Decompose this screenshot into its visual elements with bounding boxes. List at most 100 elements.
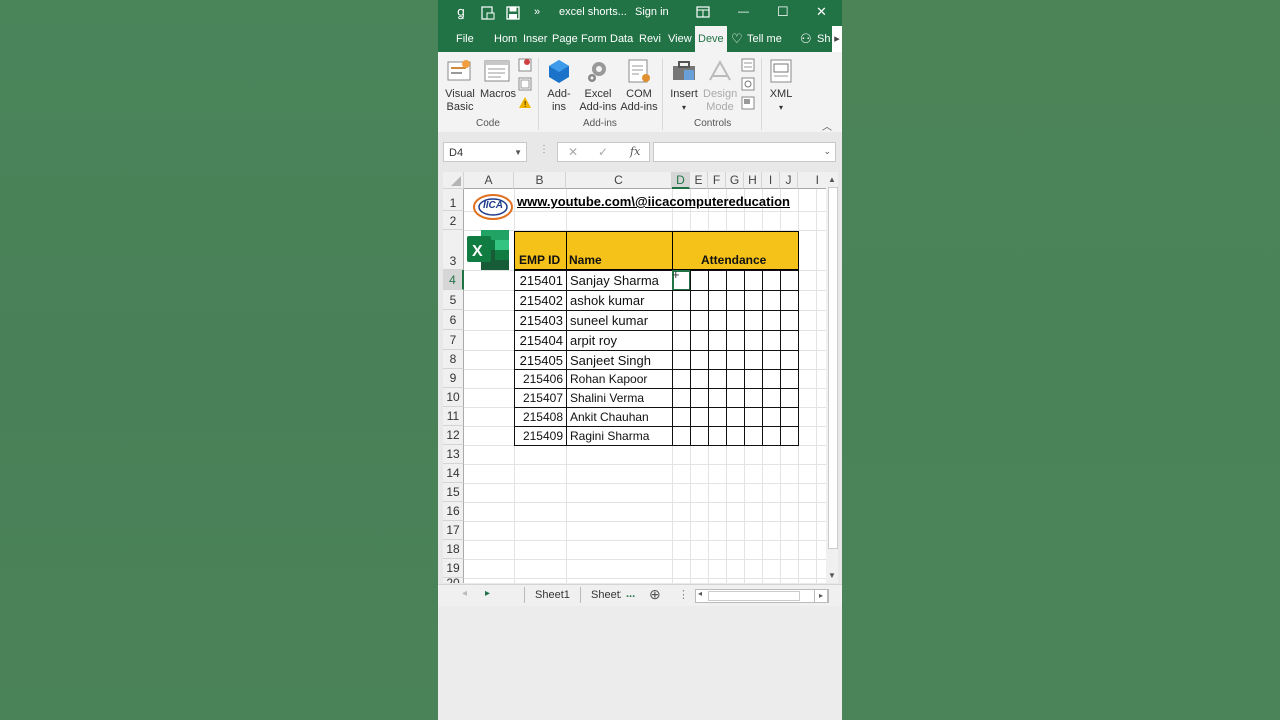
hscroll-right-icon[interactable]: ▸ [814,589,828,603]
attendance-cell[interactable] [726,310,745,331]
insert-function-icon[interactable]: fx [630,145,640,158]
header-emp-id[interactable]: EMP ID [514,231,567,270]
attendance-cell[interactable] [744,290,763,311]
run-dialog-icon[interactable] [741,96,755,113]
row-header-17[interactable]: 17 [443,521,464,540]
attendance-cell[interactable] [708,350,727,370]
emp-name-cell[interactable]: suneel kumar [566,310,673,331]
column-header-b[interactable]: B [514,172,566,189]
insert-controls-button[interactable]: Insert ▾ [668,58,700,114]
emp-id-cell[interactable]: 215407 [514,388,567,408]
chevron-down-icon[interactable]: ▼ [514,143,522,163]
emp-id-cell[interactable]: 215403 [514,310,567,331]
attendance-cell[interactable] [726,369,745,389]
attendance-cell[interactable] [690,290,709,311]
view-code-icon[interactable] [741,77,755,94]
maximize-button[interactable]: ☐ [777,0,789,26]
attendance-cell[interactable] [708,330,727,351]
horizontal-scrollbar[interactable]: ◂ [695,589,829,603]
attendance-cell[interactable] [672,350,691,370]
attendance-cell[interactable] [780,369,799,389]
row-header-14[interactable]: 14 [443,464,464,483]
attendance-cell[interactable] [672,369,691,389]
new-file-icon[interactable] [481,0,495,26]
attendance-cell[interactable] [672,407,691,427]
expand-formula-icon[interactable]: ⌄ [823,146,831,157]
attendance-cell[interactable] [690,270,709,291]
attendance-cell[interactable] [762,407,781,427]
com-add-ins-button[interactable]: COM Add-ins [619,58,659,114]
scroll-right-icon[interactable]: ▸ [485,588,490,599]
attendance-cell[interactable] [672,330,691,351]
hscroll-thumb[interactable] [708,591,800,601]
column-header-g[interactable]: G [726,172,744,189]
row-header-5[interactable]: 5 [443,290,464,310]
attendance-cell[interactable] [690,330,709,351]
tab-page-layout[interactable]: Page [552,26,578,52]
attendance-cell[interactable] [780,407,799,427]
attendance-cell[interactable] [708,426,727,446]
attendance-cell[interactable] [726,426,745,446]
attendance-cell[interactable] [672,310,691,331]
tab-data[interactable]: Data [610,26,633,52]
column-header-j[interactable]: J [780,172,798,189]
column-header-e[interactable]: E [690,172,708,189]
attendance-cell[interactable] [726,350,745,370]
attendance-cell[interactable] [762,290,781,311]
attendance-cell[interactable] [708,369,727,389]
attendance-cell[interactable] [726,388,745,408]
attendance-cell[interactable] [708,270,727,291]
add-ins-button[interactable]: Add- ins [544,58,574,114]
row-header-20[interactable]: 20 [443,578,464,583]
formula-input[interactable]: ⌄ [653,142,836,162]
attendance-cell[interactable] [744,270,763,291]
row-header-12[interactable]: 12 [443,426,464,445]
column-header-i[interactable]: I [762,172,780,189]
cancel-icon[interactable]: ✕ [568,145,578,159]
attendance-cell[interactable] [726,407,745,427]
attendance-cell[interactable] [762,388,781,408]
attendance-cell[interactable] [672,290,691,311]
attendance-cell[interactable] [726,270,745,291]
emp-name-cell[interactable]: Ragini Sharma [566,426,673,446]
row-header-2[interactable]: 2 [443,211,464,230]
tab-home[interactable]: Hom [494,26,517,52]
attendance-cell[interactable] [744,330,763,351]
visual-basic-button[interactable]: Visual Basic [444,58,476,114]
scroll-left-icon[interactable]: ◂ [462,588,467,599]
emp-name-cell[interactable]: Shalini Verma [566,388,673,408]
row-header-13[interactable]: 13 [443,445,464,464]
emp-name-cell[interactable]: Rohan Kapoor [566,369,673,389]
attendance-cell[interactable] [780,290,799,311]
column-header-h[interactable]: H [744,172,762,189]
emp-name-cell[interactable]: Sanjay Sharma [566,270,673,291]
name-box[interactable]: D4 ▼ [443,142,527,162]
header-attendance[interactable]: Attendance [672,231,799,270]
select-all-button[interactable] [443,172,464,189]
attendance-cell[interactable] [690,388,709,408]
tab-review[interactable]: Revi [639,26,661,52]
macros-button[interactable]: Macros [480,58,516,101]
attendance-cell[interactable] [780,330,799,351]
macro-security-icon[interactable]: ! [518,96,532,113]
attendance-cell[interactable] [744,426,763,446]
add-sheet-icon[interactable]: ⊕ [649,586,661,603]
properties-icon[interactable] [741,58,755,75]
attendance-cell[interactable] [672,388,691,408]
more-options-icon[interactable]: ⋮ [539,144,549,155]
tab-formulas[interactable]: Form [581,26,607,52]
attendance-cell[interactable] [690,369,709,389]
attendance-cell[interactable] [780,350,799,370]
attendance-cell[interactable] [708,388,727,408]
emp-id-cell[interactable]: 215408 [514,407,567,427]
ribbon-display-icon[interactable] [696,0,710,26]
attendance-cell[interactable] [690,310,709,331]
sheet-tab-sheet2[interactable]: Sheet2 [591,589,621,601]
row-header-4[interactable]: 4 [443,270,464,290]
close-button[interactable]: ✕ [816,0,827,26]
hscroll-left-icon[interactable]: ◂ [698,589,702,598]
save-icon[interactable] [506,0,520,26]
row-header-1[interactable]: 1 [443,189,464,211]
sign-in-link[interactable]: Sign in [635,0,669,26]
attendance-cell[interactable] [780,270,799,291]
